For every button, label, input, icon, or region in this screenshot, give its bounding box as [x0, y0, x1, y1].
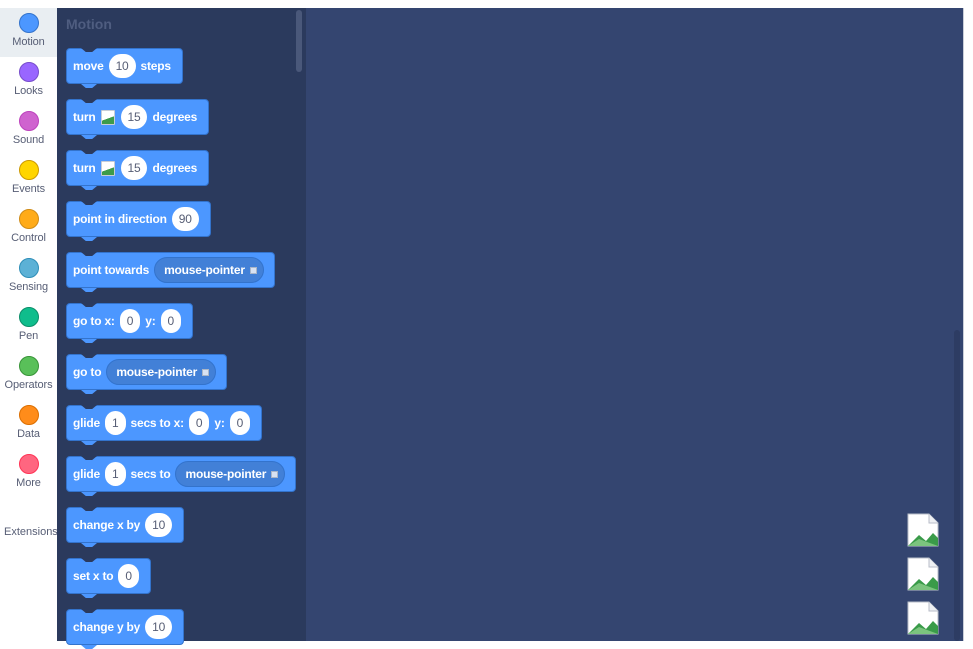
- glide-to-xy-block[interactable]: glide 1 secs to x: 0 y: 0: [66, 405, 263, 441]
- category-label: Looks: [14, 85, 43, 97]
- block-text: go to: [73, 365, 102, 379]
- flyout-scrollbar[interactable]: [296, 10, 302, 72]
- category-label: Operators: [4, 379, 53, 391]
- motion-category-icon: [18, 13, 39, 33]
- zoom-in-icon[interactable]: [907, 513, 939, 547]
- more-category-icon: [18, 454, 39, 474]
- dropdown-arrow-icon: [249, 266, 257, 274]
- category-more[interactable]: More: [0, 449, 57, 498]
- block-text: turn: [73, 110, 96, 124]
- looks-category-icon: [18, 62, 39, 82]
- block-text: change x by: [73, 518, 141, 532]
- block-text: set x to: [73, 569, 114, 583]
- category-label: Motion: [12, 36, 45, 48]
- block-text: point towards: [73, 263, 150, 277]
- pen-category-icon: [18, 307, 39, 327]
- dropdown-value: mouse-pointer: [116, 365, 198, 379]
- block-text: secs to x:: [130, 416, 185, 430]
- secs-input[interactable]: 1: [105, 411, 126, 435]
- x-input[interactable]: 0: [119, 309, 141, 333]
- block-text: go to x:: [73, 314, 115, 328]
- dropdown-arrow-icon: [271, 470, 279, 478]
- y-input[interactable]: 0: [160, 309, 181, 333]
- category-menu: Motion Looks Sound Events Control Sensin…: [0, 0, 58, 641]
- go-to-xy-block[interactable]: go to x: 0 y: 0: [66, 303, 193, 339]
- x-input[interactable]: 0: [188, 411, 210, 435]
- category-data[interactable]: Data: [0, 400, 57, 449]
- rotate-right-icon: [100, 109, 115, 125]
- direction-input[interactable]: 90: [171, 207, 199, 231]
- flyout-section-title: Motion: [66, 16, 112, 32]
- turn-right-block[interactable]: turn 15 degrees: [66, 99, 210, 135]
- category-label: More: [16, 477, 41, 489]
- glide-to-target-block[interactable]: glide 1 secs to mouse-pointer: [66, 456, 297, 492]
- dropdown-arrow-icon: [202, 368, 210, 376]
- point-towards-block[interactable]: point towards mouse-pointer: [66, 252, 275, 288]
- move-steps-block[interactable]: move 10 steps: [66, 48, 183, 84]
- block-text: turn: [73, 161, 96, 175]
- block-text: change y by: [73, 620, 141, 634]
- y-input[interactable]: 0: [229, 411, 251, 435]
- category-sound[interactable]: Sound: [0, 106, 57, 155]
- zoom-out-icon[interactable]: [907, 557, 939, 591]
- dx-input[interactable]: 10: [145, 513, 173, 537]
- block-text: point in direction: [73, 212, 167, 226]
- extensions-button[interactable]: Extensions: [4, 526, 58, 538]
- zoom-reset-icon[interactable]: [907, 601, 939, 635]
- category-events[interactable]: Events: [0, 155, 57, 204]
- point-in-direction-block[interactable]: point in direction 90: [66, 201, 211, 237]
- data-category-icon: [18, 405, 39, 425]
- block-text: y:: [214, 416, 225, 430]
- sound-category-icon: [18, 111, 39, 131]
- category-pen[interactable]: Pen: [0, 302, 57, 351]
- change-y-block[interactable]: change y by 10: [66, 609, 185, 645]
- degrees-input[interactable]: 15: [120, 156, 148, 180]
- category-looks[interactable]: Looks: [0, 57, 57, 106]
- x-input[interactable]: 0: [118, 564, 139, 588]
- dropdown-value: mouse-pointer: [185, 467, 267, 481]
- block-text: glide: [73, 416, 101, 430]
- category-label: Events: [11, 183, 46, 195]
- block-text: degrees: [152, 161, 198, 175]
- category-label: Pen: [18, 330, 39, 342]
- target-dropdown[interactable]: mouse-pointer: [154, 257, 264, 283]
- degrees-input[interactable]: 15: [120, 105, 148, 129]
- category-sensing[interactable]: Sensing: [0, 253, 57, 302]
- workspace-edge: [963, 8, 973, 641]
- operators-category-icon: [18, 356, 39, 376]
- set-x-block[interactable]: set x to 0: [66, 558, 151, 594]
- secs-input[interactable]: 1: [105, 462, 126, 486]
- block-text: glide: [73, 467, 101, 481]
- category-label: Sound: [12, 134, 45, 146]
- events-category-icon: [18, 160, 39, 180]
- category-label: Data: [17, 428, 40, 440]
- category-control[interactable]: Control: [0, 204, 57, 253]
- block-text: move: [73, 59, 104, 73]
- dropdown-value: mouse-pointer: [164, 263, 245, 277]
- turn-left-block[interactable]: turn 15 degrees: [66, 150, 210, 186]
- block-text: steps: [140, 59, 172, 73]
- sensing-category-icon: [18, 258, 39, 278]
- block-text: degrees: [152, 110, 198, 124]
- block-text: secs to: [130, 467, 171, 481]
- go-to-block[interactable]: go to mouse-pointer: [66, 354, 228, 390]
- change-x-block[interactable]: change x by 10: [66, 507, 185, 543]
- workspace-scrollbar[interactable]: [954, 330, 960, 641]
- category-label: Sensing: [8, 281, 49, 293]
- target-dropdown[interactable]: mouse-pointer: [106, 359, 217, 385]
- category-motion[interactable]: Motion: [0, 8, 57, 57]
- script-workspace[interactable]: [306, 8, 963, 641]
- control-category-icon: [18, 209, 39, 229]
- rotate-left-icon: [100, 160, 115, 176]
- category-operators[interactable]: Operators: [0, 351, 57, 400]
- block-text: y:: [145, 314, 156, 328]
- dy-input[interactable]: 10: [145, 615, 173, 639]
- category-label: Control: [11, 232, 46, 244]
- target-dropdown[interactable]: mouse-pointer: [175, 461, 286, 487]
- steps-input[interactable]: 10: [108, 54, 136, 78]
